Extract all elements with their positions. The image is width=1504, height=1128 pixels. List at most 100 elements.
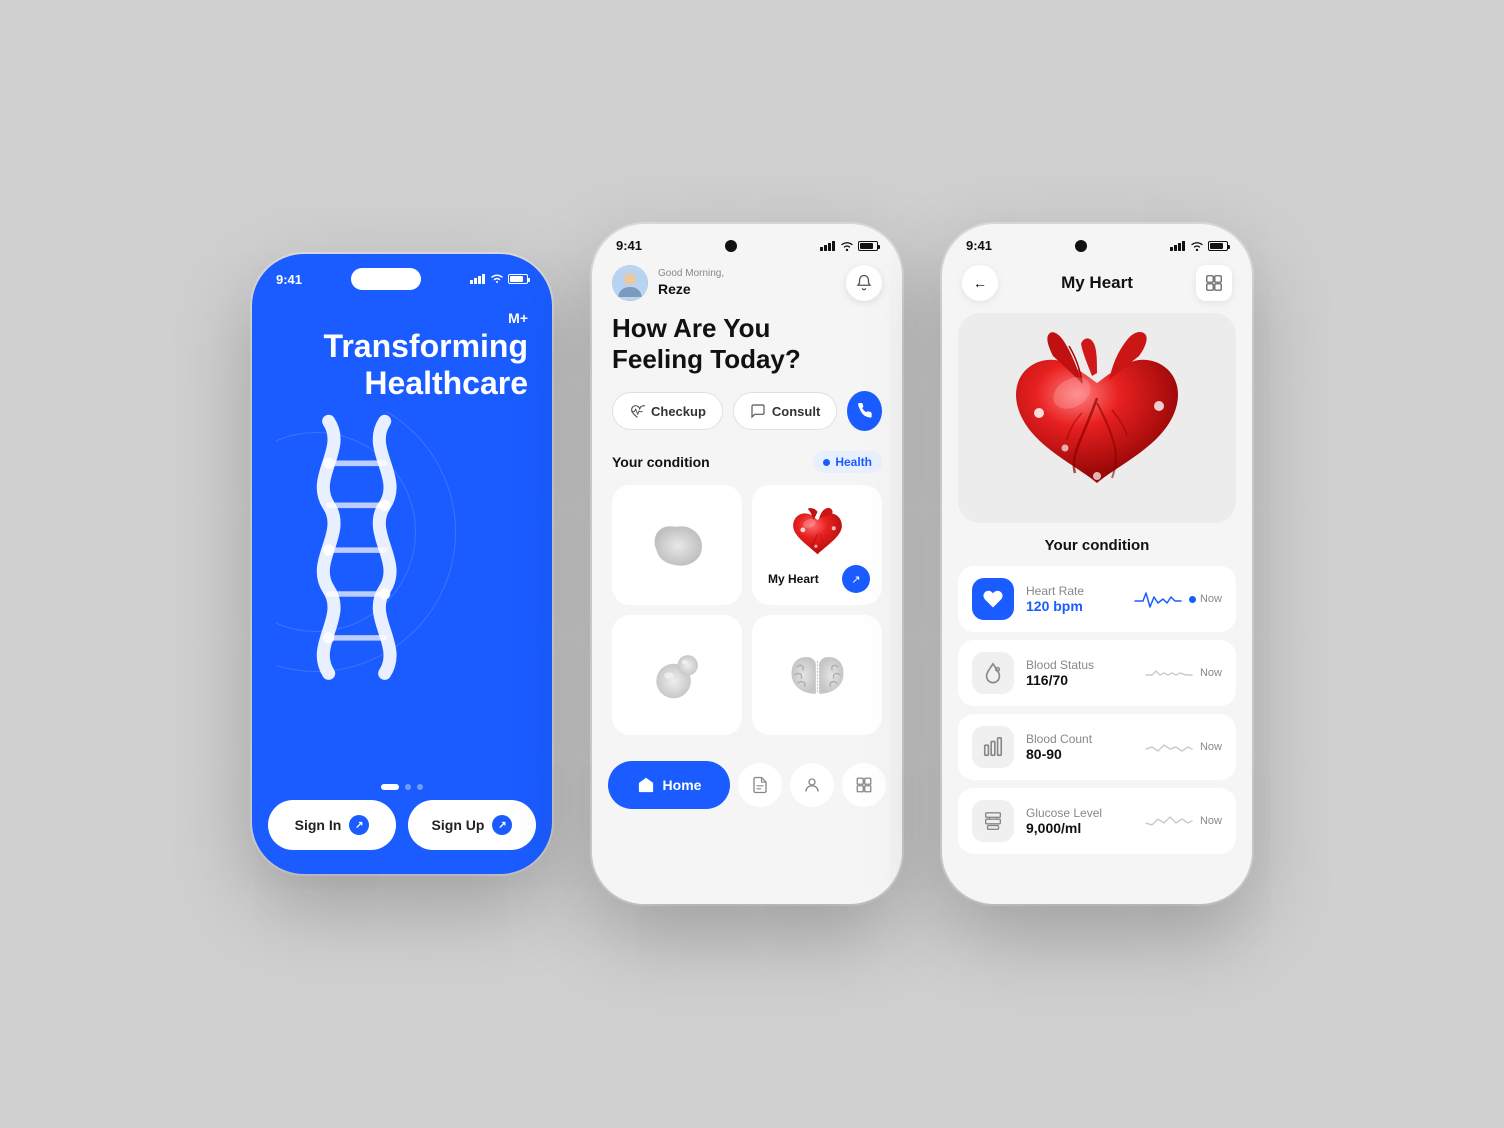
status-icons-2 xyxy=(820,241,878,251)
brain-svg xyxy=(785,648,850,703)
heart-label: My Heart xyxy=(768,572,819,586)
heart-rate-icon xyxy=(982,588,1004,610)
time-1: 9:41 xyxy=(276,272,302,287)
home-nav-button[interactable]: Home xyxy=(608,761,730,809)
status-icons-1 xyxy=(470,274,528,284)
feeling-title: How Are You Feeling Today? xyxy=(612,313,882,375)
dna-svg xyxy=(276,412,466,692)
notch-3 xyxy=(1075,240,1087,252)
document-nav-button[interactable] xyxy=(738,763,782,807)
greeting-section: Good Morning, Reze xyxy=(658,267,724,298)
consult-button[interactable]: Consult xyxy=(733,392,837,430)
now-label-4: Now xyxy=(1200,815,1222,827)
blood-status-name: Blood Status xyxy=(1026,658,1132,672)
condition-section: Your condition Heart Rate 120 bpm Now xyxy=(942,523,1252,854)
page-title-3: My Heart xyxy=(1061,273,1133,293)
blood-count-chart xyxy=(1144,735,1194,759)
page-dots xyxy=(252,774,552,800)
signup-arrow-icon: ↗ xyxy=(492,815,512,835)
time-3: 9:41 xyxy=(966,238,992,253)
dot-2 xyxy=(405,784,411,790)
notification-button[interactable] xyxy=(846,265,882,301)
heart-rate-info: Heart Rate 120 bpm xyxy=(1026,584,1121,614)
notch-2 xyxy=(725,240,737,252)
grid-icon xyxy=(855,776,873,794)
phone1-cta-buttons: Sign In ↗ Sign Up ↗ xyxy=(252,800,552,874)
profile-nav-button[interactable] xyxy=(790,763,834,807)
call-button[interactable] xyxy=(847,391,882,431)
now-label-2: Now xyxy=(1200,667,1222,679)
glucose-name: Glucose Level xyxy=(1026,806,1132,820)
status-bar-2: 9:41 xyxy=(592,224,902,253)
health-dot xyxy=(823,459,830,466)
phone2-header: Good Morning, Reze xyxy=(592,253,902,313)
signin-button[interactable]: Sign In ↗ xyxy=(268,800,396,850)
grid-view-button[interactable] xyxy=(1196,265,1232,301)
status-bar-1: 9:41 xyxy=(252,254,552,290)
heart-rate-right: Now xyxy=(1133,587,1222,611)
heart-rate-name: Heart Rate xyxy=(1026,584,1121,598)
dot-3 xyxy=(417,784,423,790)
condition-section-title: Your condition xyxy=(958,537,1236,554)
organ-grid: My Heart ↗ xyxy=(612,485,882,735)
blood-status-info: Blood Status 116/70 xyxy=(1026,658,1132,688)
metric-glucose[interactable]: Glucose Level 9,000/ml Now xyxy=(958,788,1236,854)
organ-card-liver[interactable] xyxy=(612,485,742,605)
status-bar-3: 9:41 xyxy=(942,224,1252,253)
signup-button[interactable]: Sign Up ↗ xyxy=(408,800,536,850)
blood-count-name: Blood Count xyxy=(1026,732,1132,746)
heart-organ-svg xyxy=(785,504,850,564)
wifi-icon-3 xyxy=(1190,241,1204,251)
condition-header: Your condition Health xyxy=(612,451,882,473)
blood-status-right: Now xyxy=(1144,661,1222,685)
phone2-main: How Are You Feeling Today? Checkup Consu… xyxy=(592,313,902,735)
blood-count-value: 80-90 xyxy=(1026,746,1132,762)
metric-heart-rate[interactable]: Heart Rate 120 bpm Now xyxy=(958,566,1236,632)
metric-blood-count[interactable]: Blood Count 80-90 Now xyxy=(958,714,1236,780)
heart-rate-value: 120 bpm xyxy=(1026,598,1121,614)
metric-blood-status[interactable]: Blood Status 116/70 Now xyxy=(958,640,1236,706)
organ-card-gallbladder[interactable] xyxy=(612,615,742,735)
avatar xyxy=(612,265,648,301)
heart-rate-chart xyxy=(1133,587,1183,611)
wifi-icon xyxy=(490,274,504,284)
glucose-value: 9,000/ml xyxy=(1026,820,1132,836)
back-button[interactable]: ← xyxy=(962,265,998,301)
bottom-nav-2: Home xyxy=(592,747,902,823)
phone-2: 9:41 xyxy=(592,224,902,904)
condition-title: Your condition xyxy=(612,454,710,470)
glucose-icon xyxy=(982,810,1004,832)
notch-1 xyxy=(351,268,421,290)
blood-count-icon xyxy=(982,736,1004,758)
consult-icon xyxy=(750,403,766,419)
glucose-info: Glucose Level 9,000/ml xyxy=(1026,806,1132,836)
now-label-1: Now xyxy=(1200,593,1222,605)
glucose-chart xyxy=(1144,809,1194,833)
user-info: Good Morning, Reze xyxy=(612,265,724,301)
blood-status-value: 116/70 xyxy=(1026,672,1132,688)
now-indicator-1: Now xyxy=(1189,593,1222,605)
checkup-button[interactable]: Checkup xyxy=(612,392,723,430)
action-row: Checkup Consult xyxy=(612,391,882,431)
status-icons-3 xyxy=(1170,241,1228,251)
heart-detail-svg xyxy=(997,318,1197,518)
phone3-header: ← My Heart xyxy=(942,253,1252,313)
phone-3: 9:41 ← My Heart xyxy=(942,224,1252,904)
organ-card-brain[interactable] xyxy=(752,615,882,735)
grid-nav-button[interactable] xyxy=(842,763,886,807)
signin-arrow-icon: ↗ xyxy=(349,815,369,835)
home-icon xyxy=(637,776,655,794)
document-icon xyxy=(751,776,769,794)
signal-icon-2 xyxy=(820,241,836,251)
dot-1 xyxy=(381,784,399,790)
user-name-text: Reze xyxy=(658,280,724,298)
health-badge: Health xyxy=(813,451,882,473)
phone-1: 9:41 M+ Transfo xyxy=(252,254,552,874)
blood-status-icon-wrap xyxy=(972,652,1014,694)
bell-icon xyxy=(855,274,873,292)
battery-icon-3 xyxy=(1208,241,1228,251)
signal-icon-3 xyxy=(1170,241,1186,251)
heart-arrow-icon: ↗ xyxy=(842,565,870,593)
organ-card-heart[interactable]: My Heart ↗ xyxy=(752,485,882,605)
phone-icon xyxy=(857,403,873,419)
